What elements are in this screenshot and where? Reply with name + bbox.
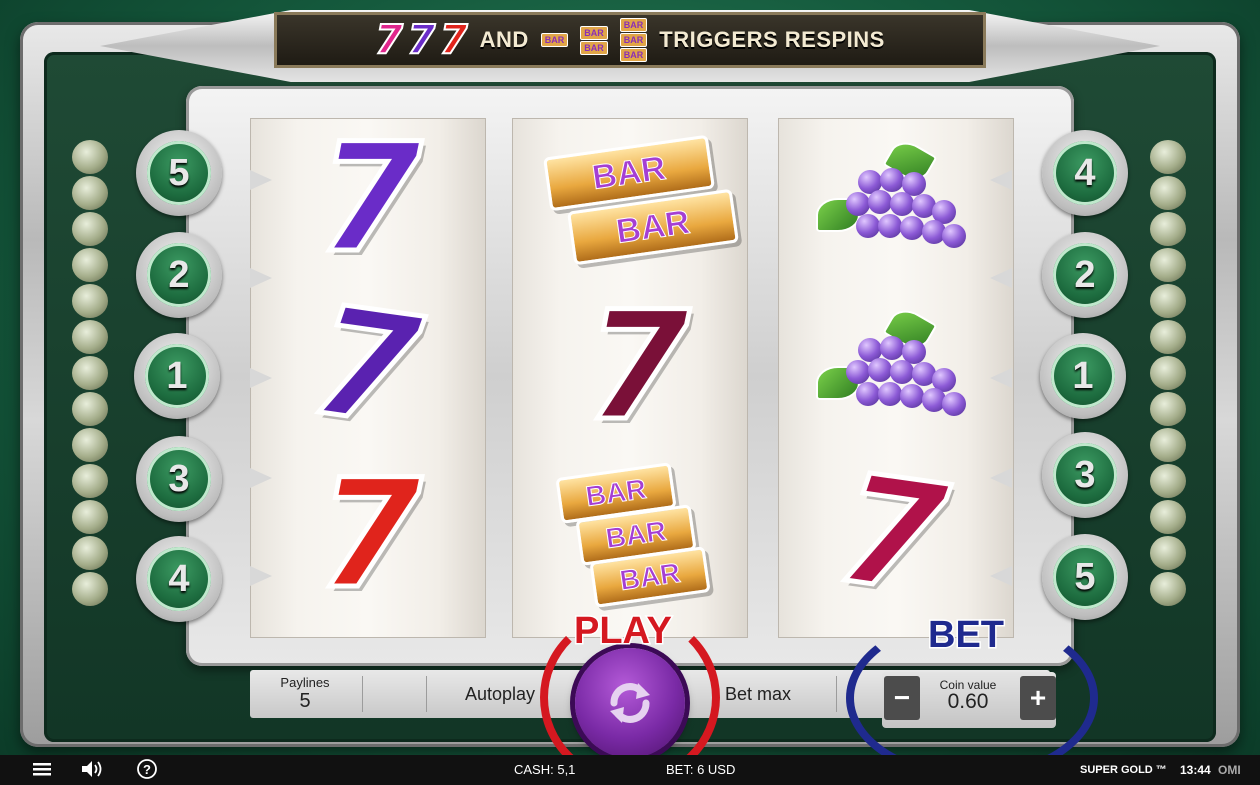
right-bead-column bbox=[1150, 140, 1188, 606]
status-bar: ? CASH: 5,1 BET: 6 USD SUPER GOLD ™ 13:4… bbox=[0, 755, 1260, 785]
play-annotation-label: PLAY bbox=[573, 609, 674, 654]
payline-badge-right[interactable]: 3 bbox=[1042, 432, 1128, 518]
payline-badge-right[interactable]: 5 bbox=[1042, 534, 1128, 620]
clock: 13:44 bbox=[1180, 763, 1211, 777]
bet-annotation-label: BET bbox=[927, 613, 1006, 658]
payline-badge-right[interactable]: 2 bbox=[1042, 232, 1128, 318]
payline-badge-right[interactable]: 4 bbox=[1042, 130, 1128, 216]
panel-divider bbox=[836, 676, 837, 712]
payline-badge-left[interactable]: 5 bbox=[136, 130, 222, 216]
spike-right bbox=[990, 566, 1012, 586]
grapes-symbol bbox=[808, 303, 968, 428]
svg-text:?: ? bbox=[143, 762, 151, 777]
cash-display: CASH: 5,1 bbox=[514, 762, 576, 777]
triple-bar-symbol: BAR BAR BAR bbox=[548, 462, 738, 620]
sound-icon[interactable] bbox=[80, 759, 104, 782]
spike-left bbox=[250, 368, 272, 388]
banner-trigger-text: TRIGGERS RESPINS bbox=[659, 27, 885, 52]
menu-icon[interactable] bbox=[32, 759, 52, 782]
spike-right bbox=[990, 268, 1012, 288]
help-icon[interactable]: ? bbox=[136, 758, 158, 783]
maroon-seven-symbol: 7 bbox=[583, 280, 692, 454]
payline-badge-left[interactable]: 2 bbox=[136, 232, 222, 318]
bet-max-button[interactable]: Bet max bbox=[712, 670, 804, 718]
bet-display: BET: 6 USD bbox=[666, 762, 736, 777]
pink-seven-icon: 7 bbox=[374, 17, 404, 63]
triple-bar-icon: BAR BAR BAR bbox=[619, 18, 648, 62]
spike-right bbox=[990, 368, 1012, 388]
header-banner: 7 7 7 AND BAR BAR BAR BAR BAR BAR TRIGGERS … bbox=[274, 12, 986, 68]
red-seven-icon: 7 bbox=[439, 17, 469, 63]
single-bar-icon: BAR bbox=[540, 33, 569, 47]
banner-sevens: 7 7 7 bbox=[374, 17, 469, 63]
spike-left bbox=[250, 268, 272, 288]
double-bar-symbol: BAR BAR bbox=[540, 134, 740, 278]
brand-logo: OMI bbox=[1218, 763, 1241, 777]
spike-left bbox=[250, 468, 272, 488]
crimson-seven-symbol: 7 bbox=[826, 439, 959, 631]
purple-seven-symbol: 7 bbox=[300, 271, 433, 463]
purple-seven-symbol: 7 bbox=[315, 112, 424, 286]
spike-right bbox=[990, 170, 1012, 190]
left-bead-column bbox=[72, 140, 110, 606]
paylines-value: 5 bbox=[299, 690, 311, 712]
panel-divider bbox=[426, 676, 427, 712]
grapes-symbol bbox=[808, 135, 968, 260]
game-title: SUPER GOLD ™ bbox=[1080, 764, 1167, 776]
payline-badge-left[interactable]: 4 bbox=[136, 536, 222, 622]
panel-divider bbox=[362, 676, 363, 712]
spike-left bbox=[250, 566, 272, 586]
spike-right bbox=[990, 468, 1012, 488]
red-seven-symbol: 7 bbox=[315, 448, 424, 622]
spike-left bbox=[250, 170, 272, 190]
banner-and-text: AND bbox=[479, 27, 529, 52]
payline-badge-left[interactable]: 3 bbox=[136, 436, 222, 522]
paylines-display: Paylines 5 bbox=[250, 670, 360, 718]
payline-badge-left[interactable]: 1 bbox=[134, 333, 220, 419]
paylines-label: Paylines bbox=[280, 675, 330, 690]
payline-badge-right[interactable]: 1 bbox=[1040, 333, 1126, 419]
purple-seven-icon: 7 bbox=[406, 17, 436, 63]
double-bar-icon: BAR BAR bbox=[580, 25, 608, 55]
